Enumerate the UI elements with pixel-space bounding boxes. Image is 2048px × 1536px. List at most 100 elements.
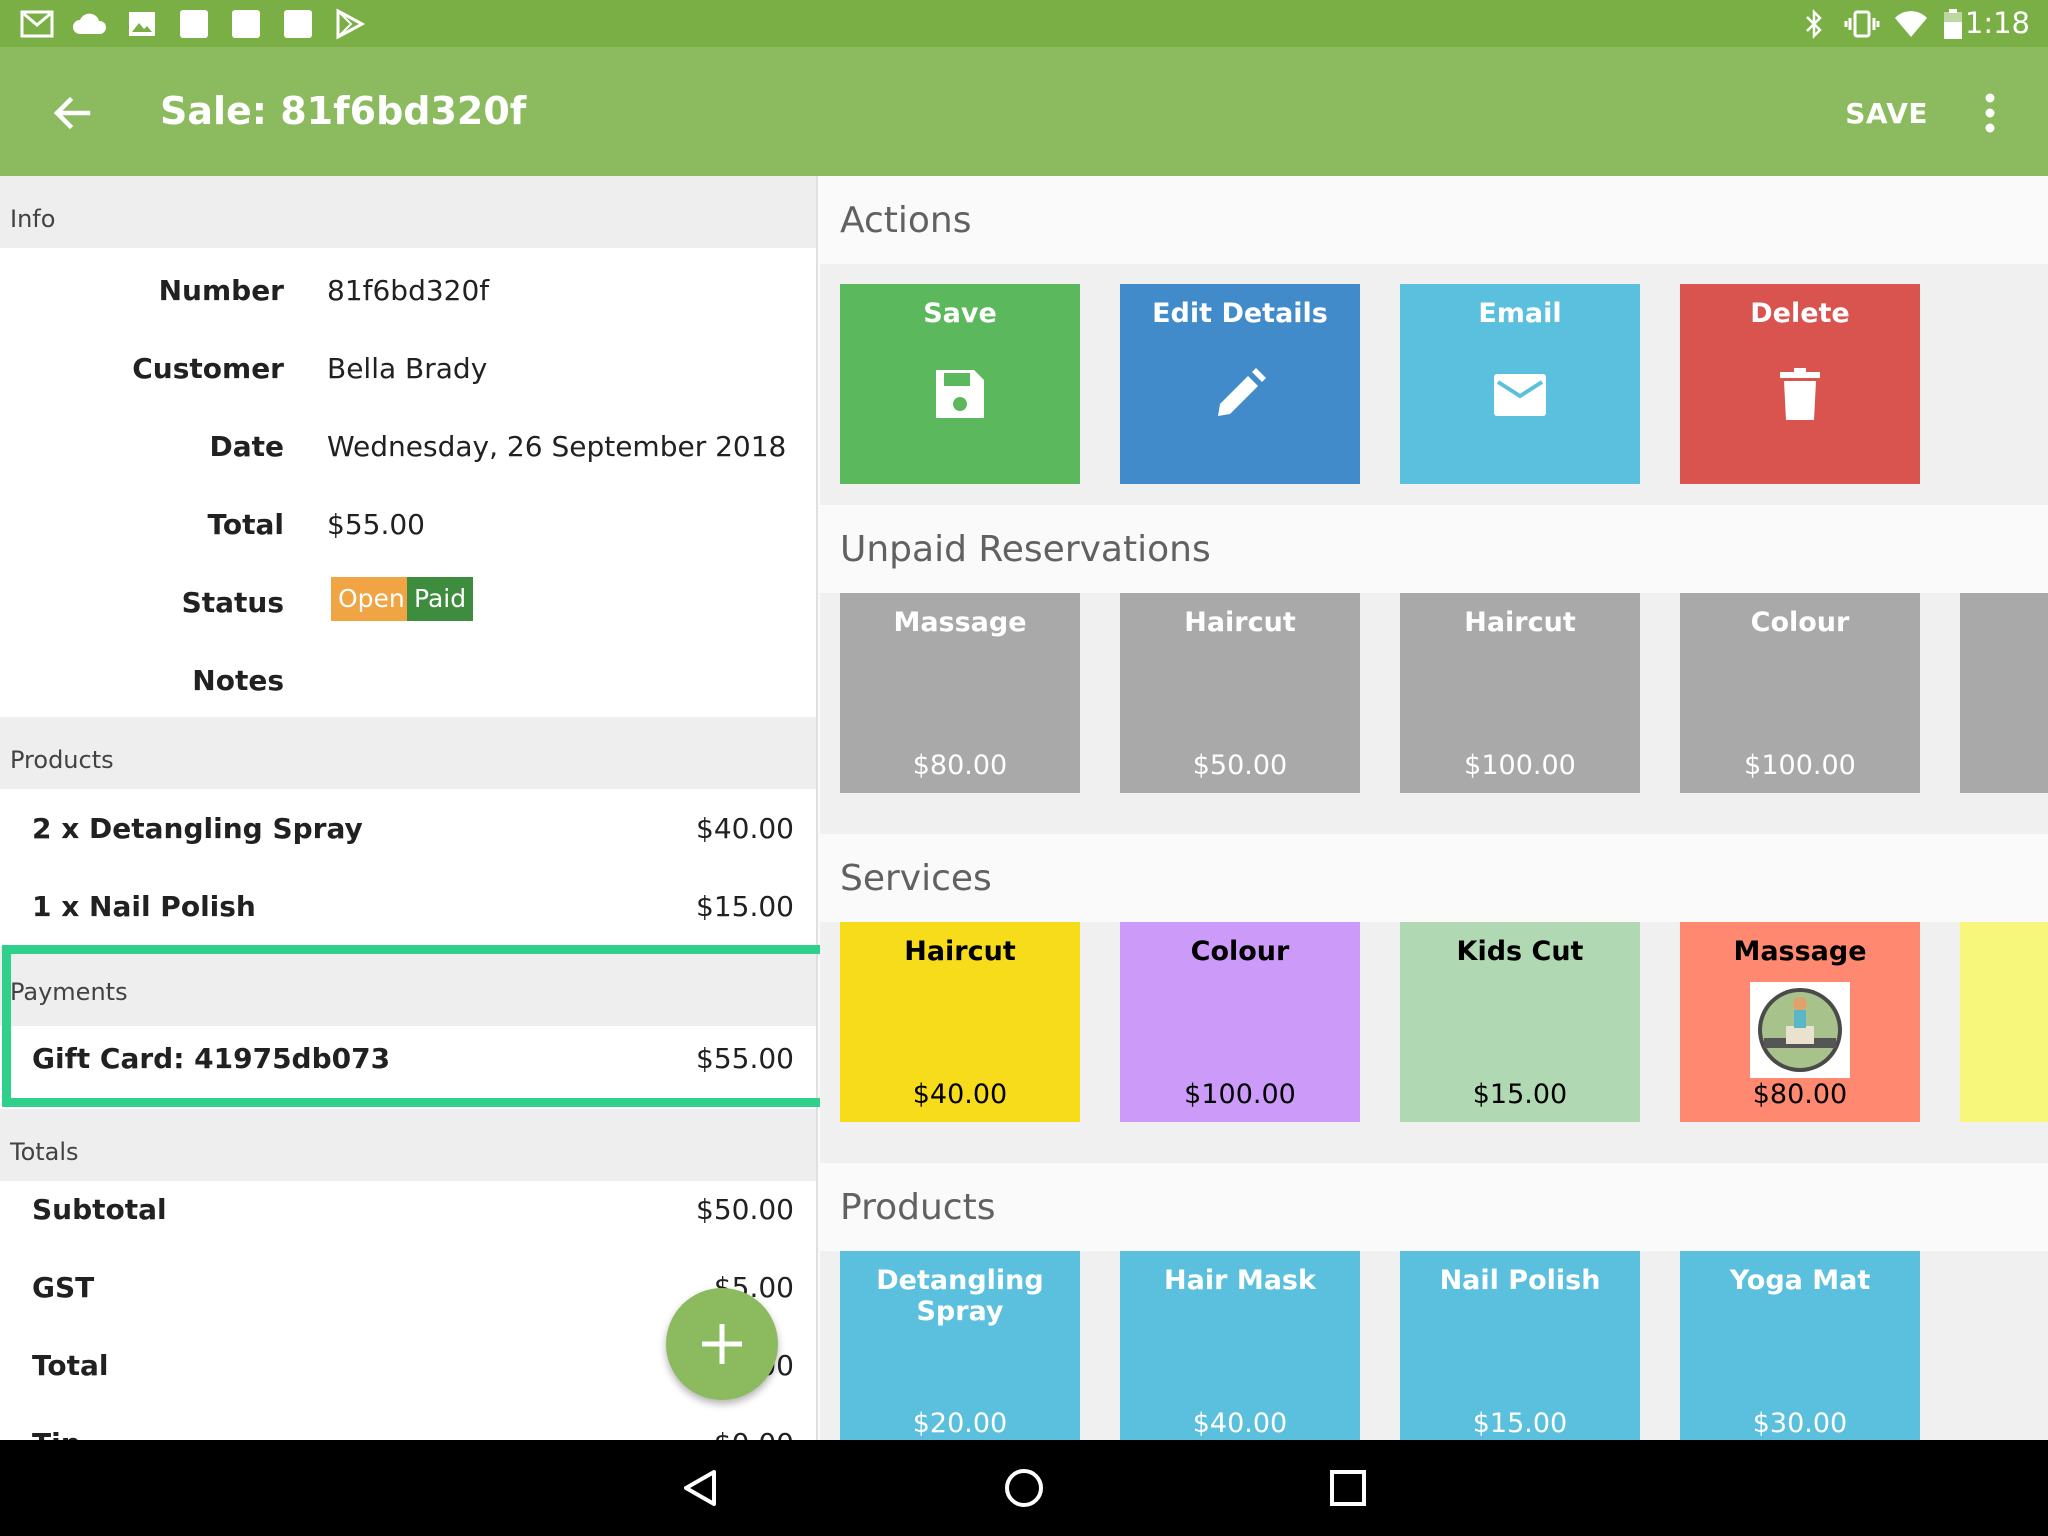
tile-price: $15.00: [1472, 1408, 1568, 1439]
service-tile[interactable]: Kids Cut $15.00: [1400, 922, 1640, 1122]
info-section-header: Info: [0, 176, 816, 248]
tile-price: $100.00: [1464, 750, 1576, 781]
pencil-icon: [1218, 368, 1266, 416]
unpaid-reservations-section-header: Unpaid Reservations: [820, 505, 2048, 593]
tile-label: Hair Mask: [1164, 1265, 1316, 1296]
product-tile[interactable]: Detangling Spray $20.00: [840, 1251, 1080, 1440]
sale-details-pane: Info Number 81f6bd320f Customer Bella Br…: [0, 176, 818, 1440]
product-line-label: 1 x Nail Polish: [32, 890, 256, 923]
notes-label: Notes: [192, 664, 284, 697]
tile-price: $20.00: [912, 1408, 1008, 1439]
grand-total-label: Total: [32, 1349, 109, 1382]
status-badge-open: Open: [331, 577, 412, 621]
tile-label: Delete: [1750, 298, 1850, 329]
add-fab-button[interactable]: [666, 1288, 778, 1400]
arrow-back-icon[interactable]: [48, 89, 96, 137]
service-tile[interactable]: C M $: [1960, 922, 2048, 1122]
tile-price: $40.00: [1192, 1408, 1288, 1439]
home-circle-icon[interactable]: [1002, 1466, 1046, 1510]
tile-label: H: [1960, 607, 2048, 638]
massage-avatar: [1750, 982, 1850, 1078]
play-store-icon: [336, 8, 365, 40]
square-notification-icon: [180, 10, 208, 38]
tile-label: C M: [1960, 936, 2048, 1004]
total-label: Total: [207, 508, 285, 541]
bluetooth-icon: [1806, 8, 1822, 40]
tile-price: $40.00: [912, 1079, 1008, 1110]
tile-price: $80.00: [1752, 1079, 1848, 1110]
product-tile[interactable]: Hair Mask $40.00: [1120, 1251, 1360, 1440]
tile-label: Nail Polish: [1439, 1265, 1601, 1296]
gst-label: GST: [32, 1271, 95, 1304]
reservation-tile[interactable]: H $: [1960, 593, 2048, 793]
service-tile[interactable]: Colour $100.00: [1120, 922, 1360, 1122]
date-label: Date: [209, 430, 284, 463]
totals-section-header: Totals: [0, 1109, 816, 1181]
quick-actions-pane: Actions Save Edit Details Email Delete U…: [820, 176, 2048, 1440]
subtotal-label: Subtotal: [32, 1193, 167, 1226]
edit-details-tile[interactable]: Edit Details: [1120, 284, 1360, 484]
plus-icon: [702, 1324, 742, 1364]
payment-line-amount: $55.00: [696, 1042, 794, 1075]
product-line-amount: $15.00: [696, 890, 794, 923]
products-section-header: Products: [0, 717, 816, 789]
product-line-label: 2 x Detangling Spray: [32, 812, 363, 845]
tile-price: $100.00: [1184, 1079, 1296, 1110]
tile-label: Haircut: [904, 936, 1016, 967]
status-label: Status: [181, 586, 284, 619]
delete-tile[interactable]: Delete: [1680, 284, 1920, 484]
customer-value[interactable]: Bella Brady: [327, 352, 487, 385]
email-tile[interactable]: Email: [1400, 284, 1640, 484]
save-tile[interactable]: Save: [840, 284, 1080, 484]
customer-label: Customer: [132, 352, 284, 385]
total-value: $55.00: [327, 508, 425, 541]
unpaid-reservations-row: Massage $80.00 Haircut $50.00 Haircut $1…: [820, 593, 2048, 834]
tile-label: Haircut: [1184, 607, 1296, 638]
trash-icon: [1780, 368, 1820, 420]
tile-price: $15.00: [1472, 1079, 1568, 1110]
app-bar: Sale: 81f6bd320f SAVE: [0, 47, 2048, 176]
products-tiles-section-header: Products: [820, 1163, 2048, 1251]
reservation-tile[interactable]: Colour $100.00: [1680, 593, 1920, 793]
square-notification-icon: [232, 10, 260, 38]
product-line-amount: $40.00: [696, 812, 794, 845]
tile-label: Save: [923, 298, 997, 329]
recents-square-icon[interactable]: [1326, 1466, 1370, 1510]
reservation-tile[interactable]: Massage $80.00: [840, 593, 1080, 793]
clock: 1:18: [1964, 6, 2030, 40]
tile-label: Colour: [1190, 936, 1290, 967]
tile-price: $: [1960, 1079, 2048, 1110]
more-vert-icon[interactable]: [1982, 91, 1998, 135]
subtotal-amount: $50.00: [696, 1193, 794, 1226]
photo-icon: [129, 12, 155, 36]
product-tiles-row: Detangling Spray $20.00 Hair Mask $40.00…: [820, 1251, 2048, 1440]
email-icon: [1494, 374, 1546, 416]
reservation-tile[interactable]: Haircut $100.00: [1400, 593, 1640, 793]
tile-label: Haircut: [1464, 607, 1576, 638]
product-tile[interactable]: Nail Polish $15.00: [1400, 1251, 1640, 1440]
service-tile[interactable]: Massage $80.00: [1680, 922, 1920, 1122]
tile-price: $100.00: [1744, 750, 1856, 781]
product-tile[interactable]: Yoga Mat $30.00: [1680, 1251, 1920, 1440]
tile-label: Detangling Spray: [876, 1265, 1044, 1327]
actions-row: Save Edit Details Email Delete: [820, 264, 2048, 505]
actions-section-header: Actions: [820, 176, 2048, 264]
service-tile[interactable]: Haircut $40.00: [840, 922, 1080, 1122]
number-value: 81f6bd320f: [327, 274, 490, 307]
services-row: Haircut $40.00 Colour $100.00 Kids Cut $…: [820, 922, 2048, 1163]
back-triangle-icon[interactable]: [678, 1466, 722, 1510]
status-bar: 1:18: [0, 0, 2048, 47]
wifi-icon: [1895, 11, 1927, 37]
save-icon: [936, 370, 984, 418]
tile-label: Email: [1478, 298, 1562, 329]
tile-label: Massage: [893, 607, 1027, 638]
reservation-tile[interactable]: Haircut $50.00: [1120, 593, 1360, 793]
tile-label: Yoga Mat: [1729, 1265, 1871, 1296]
tile-price: $50.00: [1192, 750, 1288, 781]
payments-section-header: Payments: [0, 946, 816, 1026]
gmail-icon: [20, 10, 54, 38]
vibrate-icon: [1844, 10, 1880, 38]
battery-icon: [1944, 9, 1962, 39]
tile-label: Kids Cut: [1456, 936, 1584, 967]
save-button[interactable]: SAVE: [1845, 97, 1928, 130]
